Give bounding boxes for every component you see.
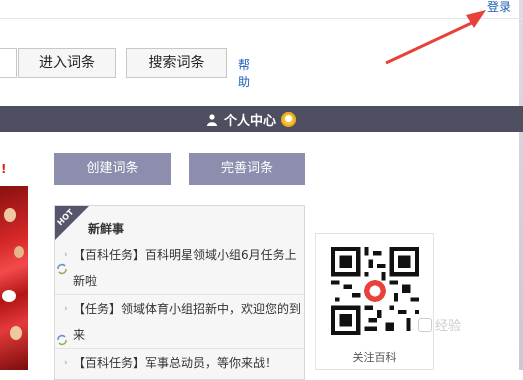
photo-detail (10, 326, 22, 340)
news-title: 新鲜事 (88, 222, 125, 236)
news-item[interactable]: › 【百科任务】军事总动员，等你来战！ (55, 350, 304, 376)
help-link[interactable]: 帮助 (238, 56, 250, 90)
refresh-icon (57, 334, 67, 346)
news-item-text: 【百科任务】军事总动员，等你来战！ (73, 356, 278, 370)
bullet-icon: › (64, 304, 68, 314)
bullet-icon: › (64, 358, 68, 368)
personal-center-label: 个人中心 (224, 114, 277, 129)
photo-detail (4, 208, 16, 222)
watermark-icon (418, 317, 432, 332)
news-divider (55, 348, 304, 349)
refresh-icon (57, 263, 67, 275)
watermark: 经验 (418, 315, 461, 334)
person-icon (207, 113, 217, 126)
enter-entry-button[interactable]: 进入词条 (18, 48, 116, 78)
search-input[interactable]: × (0, 48, 17, 78)
search-entry-button[interactable]: 搜索词条 (126, 48, 227, 78)
news-panel: HOT 新鲜事 › 【百科任务】百科明星领域小组6月任务上 新啦 › 【任务】领… (54, 205, 305, 380)
personal-center-link[interactable]: 个人中心 ● (207, 110, 297, 129)
news-item[interactable]: › 【任务】领域体育小组招新中，欢迎您的到 来 (55, 296, 304, 348)
news-divider (55, 294, 304, 295)
qr-code-box: 关注百科 (315, 233, 434, 370)
left-edge-mark: ! (1, 162, 7, 176)
coin-icon: ● (281, 112, 297, 127)
news-item-text: 【百科任务】百科明星领域小组6月任务上 (73, 248, 297, 262)
qr-caption: 关注百科 (352, 351, 397, 364)
featured-photo[interactable] (0, 186, 28, 370)
news-item-text: 【任务】领域体育小组招新中，欢迎您的到 (73, 302, 302, 316)
news-item-text: 来 (73, 328, 86, 342)
nav-bar: 个人中心 ● (0, 106, 523, 132)
news-item-text: 新啦 (73, 274, 98, 288)
photo-detail (2, 290, 16, 302)
news-item[interactable]: › 【百科任务】百科明星领域小组6月任务上 新啦 (55, 242, 304, 294)
create-entry-button[interactable]: 创建词条 (54, 153, 171, 185)
improve-entry-button[interactable]: 完善词条 (189, 153, 305, 185)
photo-detail (14, 246, 24, 258)
watermark-text: 经验 (435, 319, 462, 334)
qr-code-icon (331, 247, 419, 335)
